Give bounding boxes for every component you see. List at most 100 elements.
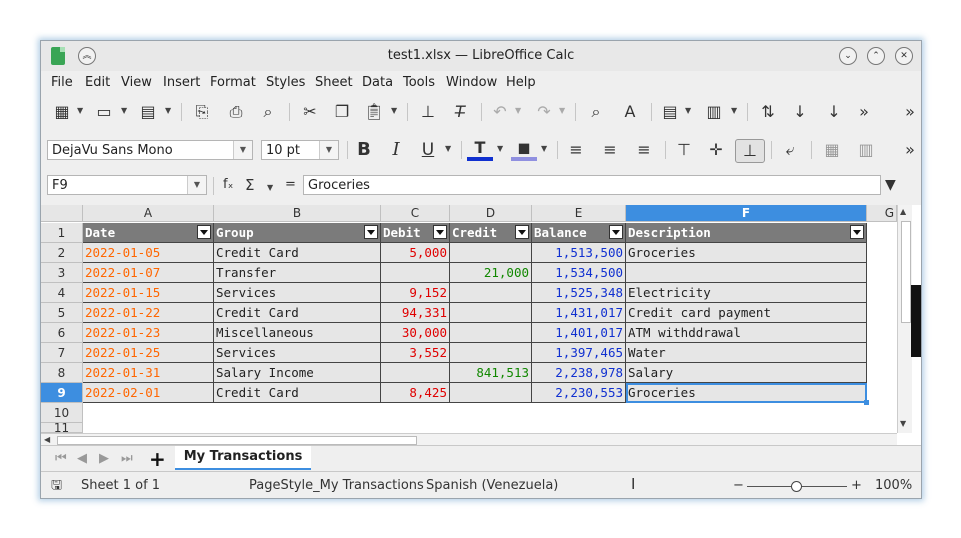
cell-credit[interactable]: 21,000 xyxy=(450,263,532,283)
overflow-icon[interactable]: » xyxy=(899,139,921,161)
cut-icon[interactable]: ✂ xyxy=(299,101,321,123)
table-header-cell[interactable]: Debit xyxy=(381,223,450,243)
cell-date[interactable]: 2022-02-01 xyxy=(83,383,214,403)
font-size-box[interactable]: 10 pt ▼ xyxy=(261,140,339,160)
cell-group[interactable]: Services xyxy=(214,283,381,303)
autofilter-button[interactable] xyxy=(850,225,864,239)
formula-icon[interactable]: = xyxy=(285,177,296,192)
cell-group[interactable]: Credit Card xyxy=(214,243,381,263)
chevron-down-icon[interactable]: ▼ xyxy=(233,141,252,159)
copy-icon[interactable]: ❐ xyxy=(331,101,353,123)
cell-date[interactable]: 2022-01-15 xyxy=(83,283,214,303)
autofilter-button[interactable] xyxy=(197,225,211,239)
chevron-down-icon[interactable]: ▼ xyxy=(497,144,503,153)
scroll-up-icon[interactable]: ▲ xyxy=(900,207,906,216)
table-header-cell[interactable]: Balance xyxy=(532,223,626,243)
row-header[interactable]: 2 xyxy=(41,243,83,263)
cell-description-selected[interactable]: Groceries xyxy=(626,383,867,403)
menu-format[interactable]: Format xyxy=(210,75,256,90)
page-style[interactable]: PageStyle_My Transactions xyxy=(249,478,424,493)
cell-date[interactable]: 2022-01-05 xyxy=(83,243,214,263)
align-top-icon[interactable]: ⊤ xyxy=(673,139,695,161)
cell-description[interactable]: Water xyxy=(626,343,867,363)
cell-description[interactable]: Salary xyxy=(626,363,867,383)
row-header[interactable]: 3 xyxy=(41,263,83,283)
add-sheet-button[interactable]: + xyxy=(149,447,166,471)
align-right-icon[interactable]: ≡ xyxy=(633,139,655,161)
table-header-cell[interactable]: Group xyxy=(214,223,381,243)
spelling-icon[interactable]: A xyxy=(619,101,641,123)
table-header-cell[interactable]: Date xyxy=(83,223,214,243)
table-header-cell[interactable]: Credit xyxy=(450,223,532,243)
chevron-down-icon[interactable]: ▼ xyxy=(165,106,171,115)
sort-icon[interactable]: ⇅ xyxy=(757,101,779,123)
align-bottom-icon[interactable]: ⊥ xyxy=(735,139,765,163)
menu-tools[interactable]: Tools xyxy=(403,75,435,90)
bold-button[interactable]: B xyxy=(353,139,375,161)
cell-group[interactable]: Transfer xyxy=(214,263,381,283)
cell-debit[interactable]: 9,152 xyxy=(381,283,450,303)
more-options-icon[interactable]: » xyxy=(853,101,875,123)
minimize-button[interactable]: ⌄ xyxy=(839,47,857,65)
last-sheet-icon[interactable]: ⏭ xyxy=(121,451,133,466)
undo-icon[interactable]: ↶ xyxy=(489,101,511,123)
cell-description[interactable]: ATM withddrawal xyxy=(626,323,867,343)
print-preview-icon[interactable]: ⌕ xyxy=(257,101,279,123)
column-header-e[interactable]: E xyxy=(532,205,626,222)
sheet-tab-my-transactions[interactable]: My Transactions xyxy=(175,446,311,470)
cell-balance[interactable]: 1,513,500 xyxy=(532,243,626,263)
cell-balance[interactable]: 2,230,553 xyxy=(532,383,626,403)
cell-description[interactable]: Groceries xyxy=(626,243,867,263)
column-header-d[interactable]: D xyxy=(450,205,532,222)
cell-debit[interactable]: 5,000 xyxy=(381,243,450,263)
highlight-color-icon[interactable]: ◼ xyxy=(511,139,537,161)
overflow-icon[interactable]: » xyxy=(899,101,921,123)
zoom-in-button[interactable]: + xyxy=(851,478,862,493)
menu-styles[interactable]: Styles xyxy=(266,75,305,90)
table-header-cell[interactable]: Description xyxy=(626,223,867,243)
next-sheet-icon[interactable]: ▶ xyxy=(99,451,109,466)
chevron-down-icon[interactable]: ▼ xyxy=(267,183,273,192)
paste-icon[interactable]: 📋︎ xyxy=(363,101,385,123)
unmerge-cells-icon[interactable]: ▥ xyxy=(855,139,877,161)
cell-debit[interactable] xyxy=(381,263,450,283)
cell-credit[interactable] xyxy=(450,383,532,403)
expand-formula-icon[interactable]: ▼ xyxy=(885,177,896,193)
function-wizard-icon[interactable]: fₓ xyxy=(223,177,233,192)
formula-input[interactable]: Groceries xyxy=(303,175,881,195)
zoom-slider-handle[interactable] xyxy=(791,481,802,492)
cell-balance[interactable]: 1,401,017 xyxy=(532,323,626,343)
autofilter-button[interactable] xyxy=(609,225,623,239)
chevron-down-icon[interactable]: ▼ xyxy=(541,144,547,153)
spreadsheet-grid[interactable]: A B C D E F G 1 2 3 4 5 6 7 8 9 10 11 Da… xyxy=(41,205,921,445)
italic-button[interactable]: I xyxy=(385,139,407,161)
font-name-box[interactable]: DejaVu Sans Mono ▼ xyxy=(47,140,253,160)
export-pdf-icon[interactable]: ⎘ xyxy=(191,101,213,123)
row-header[interactable]: 5 xyxy=(41,303,83,323)
cell-credit[interactable] xyxy=(450,343,532,363)
column-header-f[interactable]: F xyxy=(626,205,867,222)
zoom-level[interactable]: 100% xyxy=(875,478,912,493)
save-icon[interactable]: ▤ xyxy=(137,101,159,123)
align-center-icon[interactable]: ≡ xyxy=(599,139,621,161)
cell-debit[interactable]: 30,000 xyxy=(381,323,450,343)
cell-date[interactable]: 2022-01-31 xyxy=(83,363,214,383)
redo-icon[interactable]: ↷ xyxy=(533,101,555,123)
cell-group[interactable]: Miscellaneous xyxy=(214,323,381,343)
document-modified-icon[interactable]: 🖫︎ xyxy=(51,476,62,498)
center-vertically-icon[interactable]: ✛ xyxy=(705,139,727,161)
chevron-down-icon[interactable]: ▼ xyxy=(77,106,83,115)
first-sheet-icon[interactable]: ⏮ xyxy=(55,451,67,466)
cell-balance[interactable]: 2,238,978 xyxy=(532,363,626,383)
cell-date[interactable]: 2022-01-07 xyxy=(83,263,214,283)
sort-descending-icon[interactable]: ↓ xyxy=(823,101,845,123)
sidebar-handle[interactable] xyxy=(911,285,921,357)
autofilter-button[interactable] xyxy=(433,225,447,239)
menu-window[interactable]: Window xyxy=(446,75,497,90)
column-icon[interactable]: ▥ xyxy=(703,101,725,123)
row-icon[interactable]: ▤ xyxy=(659,101,681,123)
chevron-down-icon[interactable]: ▼ xyxy=(187,176,206,194)
scroll-down-icon[interactable]: ▼ xyxy=(900,419,906,428)
menu-file[interactable]: File xyxy=(51,75,73,90)
fill-handle[interactable] xyxy=(864,400,869,405)
